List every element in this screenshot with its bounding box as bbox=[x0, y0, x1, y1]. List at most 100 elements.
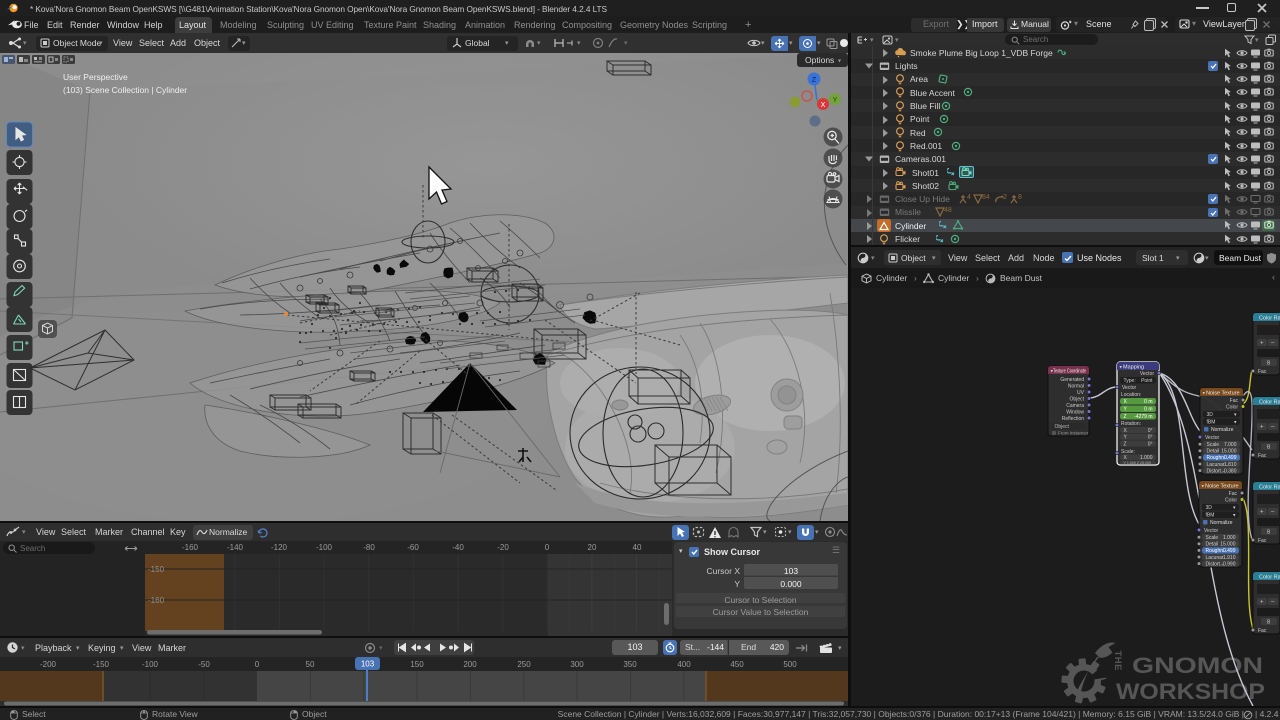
svg-text:15.000: 15.000 bbox=[1220, 542, 1236, 548]
svg-text:Options: Options bbox=[805, 55, 834, 65]
svg-text:Normalize: Normalize bbox=[1211, 427, 1234, 433]
svg-text:-100: -100 bbox=[142, 660, 159, 669]
svg-text:Color: Color bbox=[1226, 405, 1238, 411]
svg-text:-60: -60 bbox=[407, 543, 419, 552]
svg-text:fBM: fBM bbox=[1206, 513, 1215, 519]
svg-text:Z: Z bbox=[1124, 414, 1127, 420]
svg-text:Vector: Vector bbox=[1204, 528, 1219, 534]
svg-text:Vector: Vector bbox=[1140, 371, 1155, 377]
svg-text:-160: -160 bbox=[182, 543, 199, 552]
svg-text:350: 350 bbox=[623, 660, 637, 669]
svg-text:450: 450 bbox=[730, 660, 744, 669]
svg-text:200: 200 bbox=[463, 660, 477, 669]
svg-text:+: + bbox=[1260, 600, 1264, 606]
svg-text:103: 103 bbox=[361, 660, 375, 669]
svg-text:-20: -20 bbox=[497, 543, 509, 552]
svg-text:Window: Window bbox=[1066, 410, 1084, 416]
svg-text:Normal: Normal bbox=[1068, 384, 1084, 390]
svg-text:User Perspective: User Perspective bbox=[63, 72, 128, 82]
svg-text:-120: -120 bbox=[271, 543, 288, 552]
svg-text:0°: 0° bbox=[1148, 435, 1153, 441]
svg-text:Z: Z bbox=[812, 77, 817, 84]
svg-text:Fac: Fac bbox=[1230, 398, 1239, 404]
svg-text:Y 1.000 Z 25.000: Y 1.000 Z 25.000 bbox=[1124, 461, 1152, 465]
svg-text:400: 400 bbox=[677, 660, 691, 669]
svg-text:X: X bbox=[821, 102, 826, 109]
svg-text:1.000: 1.000 bbox=[1223, 535, 1236, 541]
svg-text:Object: Object bbox=[1070, 397, 1085, 403]
svg-text:(103) Scene Collection | Cylin: (103) Scene Collection | Cylinder bbox=[63, 85, 187, 95]
svg-text:0°: 0° bbox=[1148, 441, 1153, 447]
svg-text:Fac: Fac bbox=[1229, 491, 1238, 497]
svg-text:fBM: fBM bbox=[1207, 420, 1216, 426]
svg-text:-150: -150 bbox=[148, 565, 165, 574]
svg-text:50: 50 bbox=[306, 660, 315, 669]
svg-text:Color Ram: Color Ram bbox=[1259, 485, 1280, 491]
svg-text:Generated: Generated bbox=[1060, 377, 1084, 383]
svg-text:Z: Z bbox=[1124, 441, 1127, 447]
svg-text:150: 150 bbox=[410, 660, 424, 669]
svg-text:1.910: 1.910 bbox=[1223, 555, 1236, 561]
svg-text:-80: -80 bbox=[363, 543, 375, 552]
svg-text:0 m: 0 m bbox=[1144, 399, 1152, 405]
svg-text:Rotation:: Rotation: bbox=[1121, 421, 1141, 427]
svg-text:15.000: 15.000 bbox=[1221, 449, 1237, 455]
svg-text:3D: 3D bbox=[1207, 412, 1214, 418]
svg-text:0°: 0° bbox=[1148, 428, 1153, 434]
svg-text:+: + bbox=[1260, 425, 1264, 431]
svg-text:-100: -100 bbox=[316, 543, 333, 552]
svg-text:Fac: Fac bbox=[1258, 538, 1267, 544]
svg-text:0.499: 0.499 bbox=[1224, 455, 1237, 461]
svg-text:Noise Texture: Noise Texture bbox=[1206, 391, 1240, 397]
svg-text:500: 500 bbox=[783, 660, 797, 669]
svg-text:1.810: 1.810 bbox=[1224, 462, 1237, 468]
svg-text:-50: -50 bbox=[198, 660, 210, 669]
svg-text:40: 40 bbox=[633, 543, 642, 552]
svg-text:-4279 m: -4279 m bbox=[1134, 414, 1152, 420]
svg-text:Scale: Scale bbox=[1207, 442, 1220, 448]
svg-text:Detail: Detail bbox=[1206, 542, 1219, 548]
svg-text:Vector: Vector bbox=[1122, 385, 1137, 391]
svg-text:Point: Point bbox=[1141, 378, 1153, 384]
svg-text:0: 0 bbox=[545, 543, 550, 552]
svg-text:Scale: Scale bbox=[1206, 535, 1219, 541]
svg-text:-0.990: -0.990 bbox=[1221, 561, 1235, 567]
svg-text:Camera: Camera bbox=[1066, 403, 1084, 409]
svg-text:Type:: Type: bbox=[1124, 378, 1136, 384]
svg-text:GNOMON: GNOMON bbox=[1132, 654, 1263, 679]
svg-text:-0.380: -0.380 bbox=[1222, 468, 1236, 474]
svg-text:+: + bbox=[1260, 341, 1264, 347]
svg-text:Color Ram: Color Ram bbox=[1259, 316, 1280, 322]
svg-text:From Instancer: From Instancer bbox=[1058, 431, 1089, 436]
svg-text:Vector: Vector bbox=[1205, 435, 1220, 441]
svg-text:Color Ram: Color Ram bbox=[1259, 400, 1280, 406]
svg-text:Y: Y bbox=[833, 97, 838, 104]
svg-text:Noise Texture: Noise Texture bbox=[1205, 484, 1239, 490]
svg-text:Scale:: Scale: bbox=[1121, 449, 1135, 455]
svg-text:UV: UV bbox=[1077, 390, 1085, 396]
svg-text:-150: -150 bbox=[93, 660, 110, 669]
svg-text:250: 250 bbox=[517, 660, 531, 669]
svg-text:0.499: 0.499 bbox=[1223, 548, 1236, 554]
svg-text:Fac: Fac bbox=[1258, 453, 1267, 459]
svg-text:Normalize: Normalize bbox=[1210, 520, 1233, 526]
svg-text:Color: Color bbox=[1225, 498, 1237, 504]
svg-text:+: + bbox=[1260, 510, 1264, 516]
svg-text:300: 300 bbox=[570, 660, 584, 669]
svg-text:Detail: Detail bbox=[1207, 449, 1220, 455]
svg-text:0 m: 0 m bbox=[1144, 407, 1152, 413]
svg-text:-140: -140 bbox=[227, 543, 244, 552]
svg-text:3D: 3D bbox=[1206, 505, 1213, 511]
svg-text:Object: Object bbox=[1055, 424, 1070, 430]
svg-text:-200: -200 bbox=[40, 660, 57, 669]
svg-text:Fac: Fac bbox=[1258, 628, 1267, 634]
svg-text:-40: -40 bbox=[452, 543, 464, 552]
svg-text:7.000: 7.000 bbox=[1224, 442, 1237, 448]
svg-text:Reflection: Reflection bbox=[1062, 416, 1084, 422]
svg-text:-160: -160 bbox=[148, 596, 165, 605]
svg-text:Mapping: Mapping bbox=[1123, 365, 1144, 371]
svg-text:0: 0 bbox=[255, 660, 260, 669]
svg-text:▾: ▾ bbox=[838, 59, 841, 65]
svg-text:20: 20 bbox=[588, 543, 597, 552]
svg-text:Texture Coordinate: Texture Coordinate bbox=[1053, 369, 1086, 375]
